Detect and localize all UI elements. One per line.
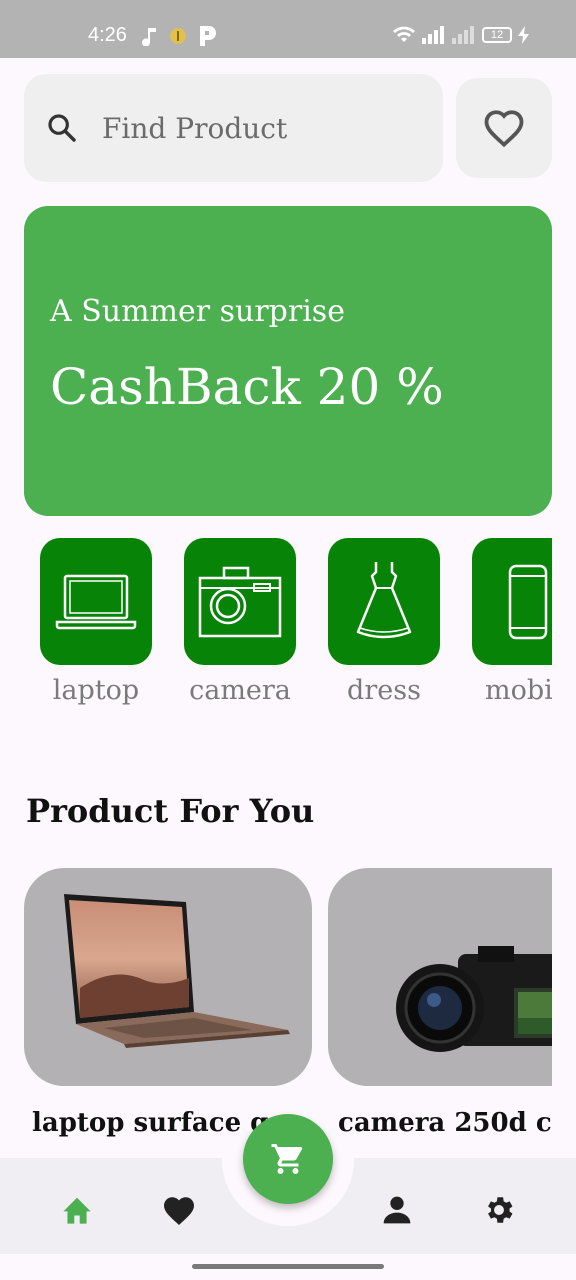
- heart-icon: [164, 1197, 194, 1225]
- category-label: camera: [189, 675, 291, 706]
- home-indicator[interactable]: [192, 1264, 384, 1269]
- category-tile[interactable]: [184, 538, 296, 665]
- charging-icon: [518, 26, 529, 44]
- category-dress[interactable]: dress: [328, 538, 440, 706]
- mobile-icon: [508, 564, 548, 639]
- wifi-icon: [393, 26, 415, 42]
- search-icon: [48, 114, 76, 142]
- category-camera[interactable]: camera: [184, 538, 296, 706]
- product-image[interactable]: [328, 868, 552, 1086]
- promo-banner[interactable]: A Summer surprise CashBack 20 %: [24, 206, 552, 516]
- category-label: laptop: [52, 675, 140, 706]
- category-tile[interactable]: [40, 538, 152, 665]
- search-input[interactable]: [102, 108, 422, 148]
- status-time: 4:26: [88, 24, 127, 46]
- product-card[interactable]: laptop surface go: [24, 868, 312, 1138]
- home-icon: [63, 1197, 91, 1224]
- product-card[interactable]: camera 250d canon: [328, 868, 552, 1138]
- search-box[interactable]: [24, 74, 443, 182]
- nav-settings[interactable]: [479, 1190, 519, 1230]
- category-mobile[interactable]: mobile: [472, 538, 552, 706]
- battery-icon: 12: [482, 27, 512, 43]
- person-icon: [383, 1196, 411, 1224]
- cart-button[interactable]: [243, 1114, 333, 1204]
- section-title: Product For You: [26, 792, 315, 830]
- category-tile[interactable]: [328, 538, 440, 665]
- cart-icon: [271, 1144, 303, 1174]
- nav-home[interactable]: [57, 1190, 97, 1230]
- notification-icons: [142, 26, 216, 46]
- laptop-image: [64, 894, 290, 1048]
- category-label: mobile: [485, 675, 552, 706]
- banner-subtitle: A Summer surprise: [50, 294, 345, 329]
- product-list[interactable]: laptop surface go camera 250d canon: [0, 868, 552, 1143]
- camera-icon: [198, 566, 282, 637]
- nav-profile[interactable]: [377, 1190, 417, 1230]
- category-list[interactable]: laptop camera dress mobile: [0, 538, 552, 718]
- favorites-button[interactable]: [456, 78, 552, 178]
- category-label: dress: [347, 675, 421, 706]
- signal-icon: [422, 26, 444, 44]
- category-tile[interactable]: [472, 538, 552, 665]
- signal-2-icon: [452, 26, 474, 44]
- heart-outline-icon: [484, 110, 524, 148]
- product-image[interactable]: [24, 868, 312, 1086]
- music-note-icon: [142, 28, 156, 46]
- laptop-icon: [55, 574, 137, 629]
- system-icons: 12: [392, 26, 530, 44]
- status-bar: 4:26 12: [0, 0, 576, 58]
- product-name: camera 250d canon: [338, 1108, 552, 1138]
- banner-title: CashBack 20 %: [50, 358, 444, 416]
- p-app-icon: [200, 26, 216, 46]
- notification-badge-icon: [170, 28, 186, 44]
- camera-image: [396, 946, 552, 1052]
- category-laptop[interactable]: laptop: [40, 538, 152, 706]
- dress-icon: [356, 561, 412, 638]
- nav-favorites[interactable]: [159, 1190, 199, 1230]
- settings-icon: [488, 1197, 513, 1223]
